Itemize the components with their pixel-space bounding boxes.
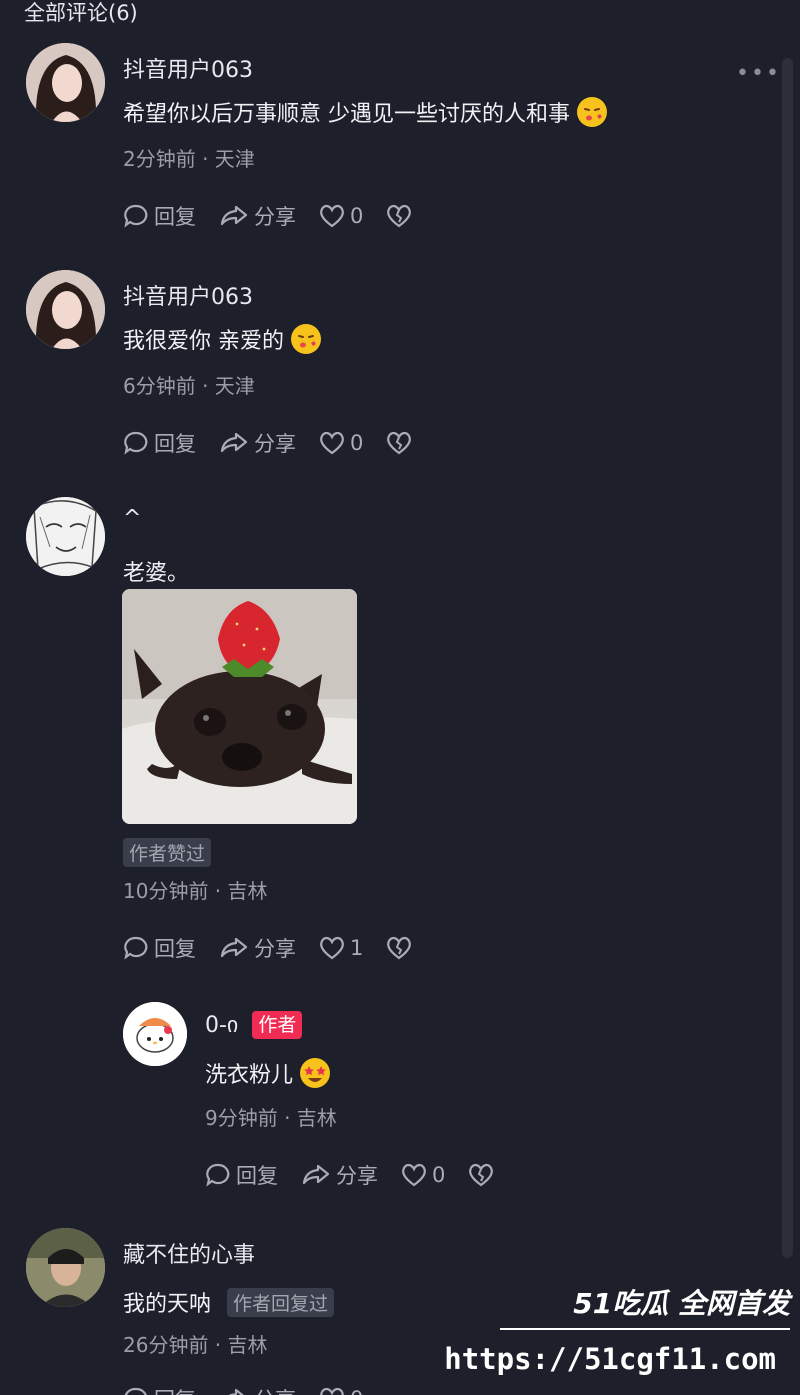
like-button[interactable]: 0 — [318, 1386, 363, 1395]
share-arrow-icon — [302, 1164, 330, 1185]
reply-text-content: 洗衣粉儿 — [205, 1063, 294, 1088]
comment-text: 我很爱你 亲爱的 — [123, 323, 322, 355]
like-count: 0 — [432, 1163, 446, 1187]
kiss-emoji-icon — [577, 97, 607, 127]
watermark-divider — [500, 1328, 790, 1334]
share-arrow-icon — [228, 1388, 245, 1395]
reply-label: 回复 — [154, 432, 196, 456]
share-label: 分享 — [254, 432, 296, 456]
share-label: 分享 — [336, 1164, 378, 1188]
cat-with-strawberry-photo[interactable] — [122, 589, 357, 824]
share-arrow-icon — [220, 205, 248, 226]
like-count: 0 — [350, 431, 364, 455]
comment-username[interactable]: ^ — [123, 506, 141, 531]
comment-meta: 26分钟前 · 吉林 — [123, 1333, 268, 1357]
comment-username[interactable]: 抖音用户063 — [123, 279, 253, 311]
dislike-button[interactable] — [385, 430, 413, 456]
reply-text: 洗衣粉儿 — [205, 1057, 331, 1089]
watermark: 51吃瓜 全网首发 https://51cgf11.com — [444, 1282, 798, 1392]
comment-bubble-icon — [206, 1163, 230, 1187]
reply-button[interactable]: 回复 — [122, 1384, 196, 1395]
comment-bubble-icon — [124, 431, 148, 455]
reply-button[interactable]: 回复 — [122, 201, 196, 231]
comment-text-content: 我的天呐 — [123, 1292, 212, 1317]
share-button[interactable]: 分享 — [218, 201, 296, 231]
comments-header-title: 全部评论(6) — [24, 1, 138, 25]
kiss-emoji-icon — [291, 324, 321, 354]
reply-label: 回复 — [236, 1164, 278, 1188]
like-count: 0 — [350, 1387, 363, 1395]
avatar[interactable] — [123, 1002, 187, 1066]
broken-heart-icon — [387, 936, 412, 960]
comment-username[interactable]: 抖音用户063 — [123, 52, 253, 84]
comment-bubble-icon — [124, 204, 148, 228]
avatar[interactable] — [26, 1228, 105, 1307]
like-button[interactable]: 1 — [318, 935, 363, 961]
comment-text-content: 希望你以后万事顺意 少遇见一些讨厌的人和事 — [123, 102, 570, 127]
comment-meta: 2分钟前 · 天津 — [123, 147, 255, 171]
broken-heart-icon — [469, 1163, 494, 1187]
more-dots-icon[interactable]: ••• — [736, 63, 781, 85]
reply-label: 回复 — [154, 205, 196, 229]
share-button[interactable]: 分享 — [218, 428, 296, 458]
heart-icon — [402, 1163, 426, 1187]
share-arrow-icon — [220, 432, 248, 453]
reply-button[interactable]: 回复 — [122, 428, 196, 458]
comment-text: 老婆。 — [123, 555, 189, 587]
comment-text-content: 老婆。 — [123, 561, 190, 586]
reply-label: 回复 — [154, 937, 196, 961]
reply-username-text[interactable]: 0-ი — [205, 1013, 238, 1038]
reply-button[interactable]: 回复 — [122, 933, 196, 963]
broken-heart-icon — [387, 204, 412, 228]
comment-text: 我的天呐 作者回复过 — [123, 1286, 335, 1318]
dislike-button[interactable] — [385, 935, 413, 961]
comment-text: 希望你以后万事顺意 少遇见一些讨厌的人和事 — [123, 96, 608, 128]
heart-icon — [320, 204, 344, 228]
reply-username: 0-ი 作者 — [205, 1011, 303, 1039]
reply-actions: 回复 分享 0 — [204, 1160, 517, 1190]
share-arrow-icon — [220, 937, 248, 958]
share-label: 分享 — [254, 937, 296, 961]
share-button[interactable]: 分享 — [300, 1160, 378, 1190]
share-label: 分享 — [254, 205, 296, 229]
comment-username[interactable]: 藏不住的心事 — [123, 1237, 255, 1269]
share-button[interactable]: 分享 — [218, 1384, 296, 1395]
comment-actions: 回复 分享 1 — [122, 933, 435, 963]
reply-meta: 9分钟前 · 吉林 — [205, 1106, 337, 1130]
heart-icon — [320, 431, 344, 455]
watermark-url: https://51cgf11.com — [444, 1342, 776, 1376]
share-button[interactable]: 分享 — [218, 933, 296, 963]
comment-actions: 回复 分享 0 — [122, 1384, 385, 1395]
avatar[interactable] — [26, 270, 105, 349]
like-button[interactable]: 0 — [318, 430, 363, 456]
comment-actions: 回复 分享 0 — [122, 201, 435, 231]
author-replied-badge: 作者回复过 — [227, 1287, 335, 1317]
reply-label: 回复 — [154, 1384, 196, 1395]
share-label: 分享 — [254, 1384, 296, 1395]
watermark-brand: 51吃瓜 全网首发 — [573, 1287, 790, 1320]
comment-bubble-icon — [124, 936, 148, 960]
avatar[interactable] — [26, 43, 105, 122]
like-count: 1 — [350, 936, 364, 960]
comment-meta: 6分钟前 · 天津 — [123, 374, 255, 398]
comment-text-content: 我很爱你 亲爱的 — [123, 329, 284, 354]
author-tag: 作者 — [252, 1011, 303, 1039]
comment-actions: 回复 分享 0 — [122, 428, 435, 458]
heart-icon — [320, 936, 344, 960]
broken-heart-icon — [387, 431, 412, 455]
comment-meta: 10分钟前 · 吉林 — [123, 879, 268, 903]
like-count: 0 — [350, 204, 364, 228]
avatar[interactable] — [26, 497, 105, 576]
star-eyes-emoji-icon — [300, 1058, 331, 1088]
reply-button[interactable]: 回复 — [204, 1160, 278, 1190]
like-button[interactable]: 0 — [400, 1162, 445, 1188]
dislike-button[interactable] — [385, 203, 413, 229]
comments-screen: 全部评论(6) ••• 抖音用户063 希望你以后万事顺意 少遇见一些讨厌的人和… — [0, 0, 800, 1395]
heart-icon — [320, 1387, 344, 1395]
dislike-button[interactable] — [467, 1162, 495, 1188]
comment-bubble-icon — [124, 1387, 147, 1395]
like-button[interactable]: 0 — [318, 203, 363, 229]
author-liked-badge: 作者赞过 — [123, 838, 212, 867]
scrollbar[interactable] — [782, 58, 793, 1258]
